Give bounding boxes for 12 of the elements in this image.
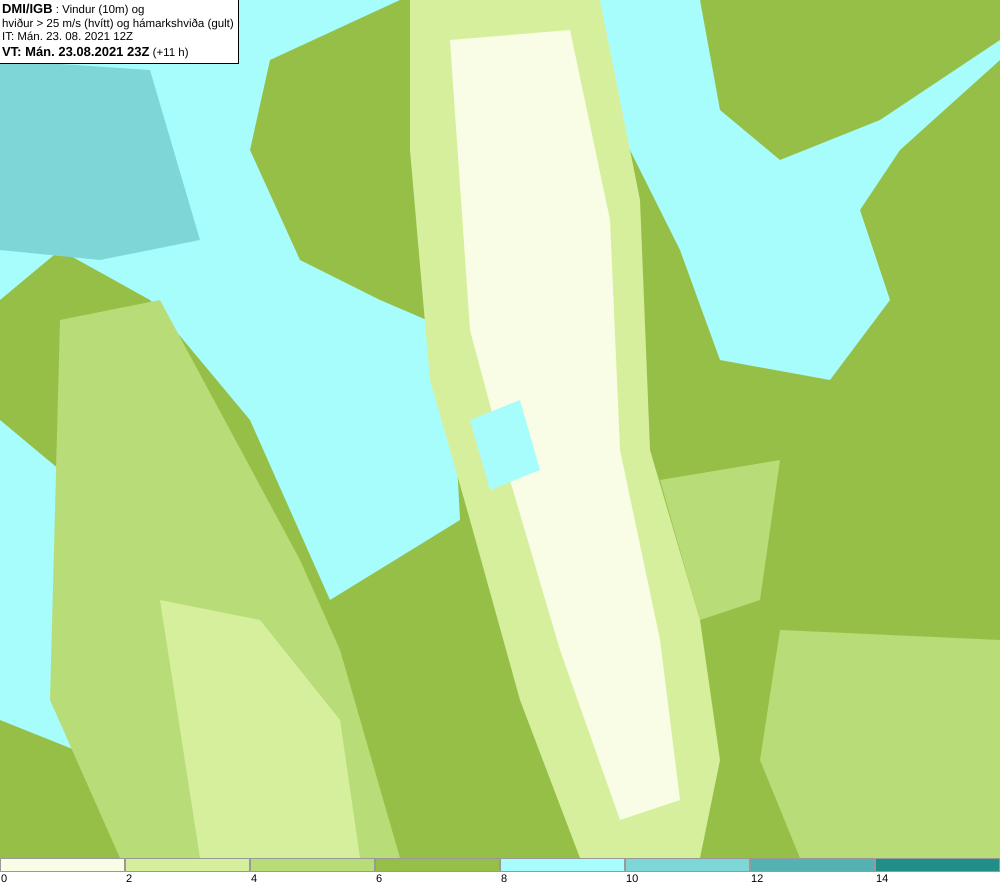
legend-tick-label: 6 <box>376 872 382 886</box>
legend-tick-label: 0 <box>1 872 8 886</box>
legend-tick-label: 12 <box>751 872 764 886</box>
info-text: DMI/IGB : Vindur (10m) og <box>2 2 146 18</box>
legend-tick-label: 8 <box>501 872 508 886</box>
info-text: VT: Mán. 23.08.2021 23Z (+11 h) <box>2 44 190 60</box>
info-text: IT: Mán. 23. 08. 2021 12Z <box>2 31 134 44</box>
legend-tick-label: 14 <box>876 872 888 886</box>
legend-tick-label: 10 <box>626 872 638 886</box>
legend-tick-label: 4 <box>251 872 258 886</box>
info-text: hviður > 25 m/s (hvítt) og hámarkshviða (gult) <box>2 18 234 31</box>
legend-tick-label: 2 <box>126 872 132 886</box>
